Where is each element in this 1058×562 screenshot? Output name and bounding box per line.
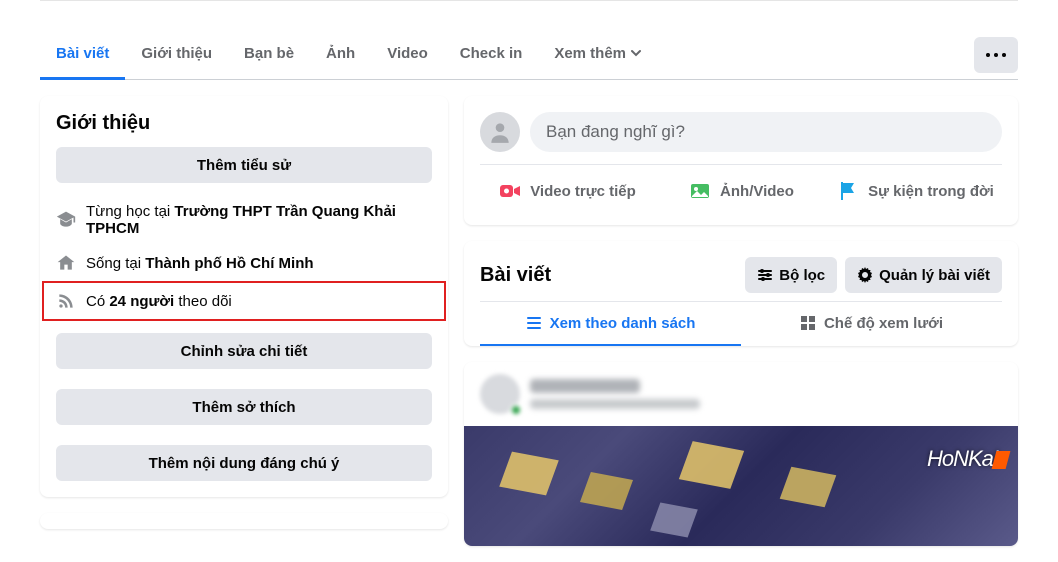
location-row: Sống tại Thành phố Hồ Chí Minh (56, 245, 432, 281)
education-text: Từng học tại Trường THPT Trần Quang Khải… (86, 203, 432, 237)
life-event-button[interactable]: Sự kiện trong đời (828, 173, 1002, 209)
online-indicator (510, 404, 522, 416)
rss-icon (56, 291, 76, 311)
photos-icon (688, 179, 712, 203)
composer-avatar[interactable] (480, 112, 520, 152)
post-author-name-blurred (530, 379, 640, 393)
composer-card: Bạn đang nghĩ gì? Video trực tiếp Ảnh/Vi… (464, 96, 1018, 225)
composer-input[interactable]: Bạn đang nghĩ gì? (530, 112, 1002, 152)
grid-icon (800, 315, 816, 331)
post-card: HoNKaI (464, 362, 1018, 546)
tab-photos[interactable]: Ảnh (310, 30, 371, 80)
tab-checkin[interactable]: Check in (444, 30, 539, 80)
tab-posts[interactable]: Bài viết (40, 30, 125, 80)
flag-icon (836, 179, 860, 203)
posts-title: Bài viết (480, 264, 737, 287)
posts-controls-card: Bài viết Bộ lọc Quản lý bài viết Xem the… (464, 241, 1018, 346)
gear-icon (857, 267, 873, 283)
overflow-menu-button[interactable] (974, 37, 1018, 73)
filter-button[interactable]: Bộ lọc (745, 257, 837, 293)
list-view-tab[interactable]: Xem theo danh sách (480, 302, 741, 346)
followers-row: Có 24 người theo dõi (56, 283, 432, 319)
location-text: Sống tại Thành phố Hồ Chí Minh (86, 255, 314, 272)
tab-videos[interactable]: Video (371, 30, 444, 80)
person-icon (487, 119, 513, 145)
graduation-icon (56, 210, 76, 230)
list-icon (526, 315, 542, 331)
manage-posts-button[interactable]: Quản lý bài viết (845, 257, 1002, 293)
followers-text: Có 24 người theo dõi (86, 293, 232, 310)
tab-more[interactable]: Xem thêm (538, 30, 658, 80)
chevron-down-icon (630, 47, 642, 59)
intro-card: Giới thiệu Thêm tiểu sử Từng học tại Trư… (40, 96, 448, 497)
live-video-button[interactable]: Video trực tiếp (480, 173, 654, 209)
add-featured-button[interactable]: Thêm nội dung đáng chú ý (56, 445, 432, 481)
grid-view-tab[interactable]: Chế độ xem lưới (741, 302, 1002, 346)
add-hobbies-button[interactable]: Thêm sở thích (56, 389, 432, 425)
photo-video-button[interactable]: Ảnh/Video (654, 173, 828, 209)
next-card-stub (40, 513, 448, 529)
video-camera-icon (498, 179, 522, 203)
tab-about[interactable]: Giới thiệu (125, 30, 228, 80)
intro-title: Giới thiệu (56, 112, 432, 135)
education-row: Từng học tại Trường THPT Trần Quang Khải… (56, 195, 432, 245)
post-author-avatar[interactable] (480, 374, 520, 414)
sliders-icon (757, 267, 773, 283)
home-icon (56, 253, 76, 273)
ellipsis-icon (986, 53, 1006, 57)
add-bio-button[interactable]: Thêm tiểu sử (56, 147, 432, 183)
tab-friends[interactable]: Bạn bè (228, 30, 310, 80)
post-timestamp-blurred (530, 399, 700, 409)
edit-details-button[interactable]: Chỉnh sửa chi tiết (56, 333, 432, 369)
profile-tabs: Bài viết Giới thiệu Bạn bè Ảnh Video Che… (40, 30, 1018, 80)
post-image[interactable]: HoNKaI (464, 426, 1018, 546)
game-logo: HoNKaI (927, 446, 1008, 472)
followers-highlight: Có 24 người theo dõi (42, 281, 446, 321)
